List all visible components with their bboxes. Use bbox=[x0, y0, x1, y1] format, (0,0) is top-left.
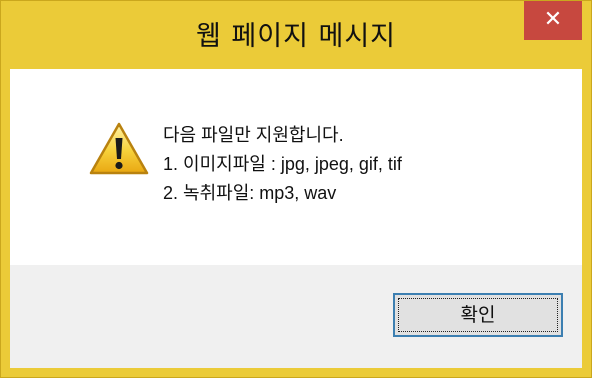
message-line: 다음 파일만 지원합니다. bbox=[163, 125, 344, 145]
dialog-client-area: 다음 파일만 지원합니다. 1. 이미지파일 : jpg, jpeg, gif,… bbox=[10, 69, 582, 368]
ok-button-label: 확인 bbox=[460, 304, 496, 326]
warning-icon bbox=[89, 122, 149, 175]
close-button[interactable]: ✕ bbox=[524, 1, 582, 40]
ok-button[interactable]: 확인 bbox=[393, 293, 563, 337]
dialog-message: 다음 파일만 지원합니다. 1. 이미지파일 : jpg, jpeg, gif,… bbox=[163, 121, 563, 208]
title-bar[interactable]: 웹 페이지 메시지 ✕ bbox=[1, 1, 591, 69]
window-title: 웹 페이지 메시지 bbox=[195, 21, 397, 52]
dialog-window: 웹 페이지 메시지 ✕ 다음 파일만 지원합니다. 1. 이미지파일: jpg… bbox=[0, 0, 592, 378]
message-area: 다음 파일만 지원합니다. 1. 이미지파일 : jpg, jpeg, gif,… bbox=[10, 69, 582, 265]
message-line: 2. 녹취파일: mp3, wav bbox=[163, 183, 337, 203]
message-line: 1. 이미지파일 : jpg, jpeg, gif, tif bbox=[163, 154, 402, 174]
close-icon: ✕ bbox=[543, 7, 563, 32]
